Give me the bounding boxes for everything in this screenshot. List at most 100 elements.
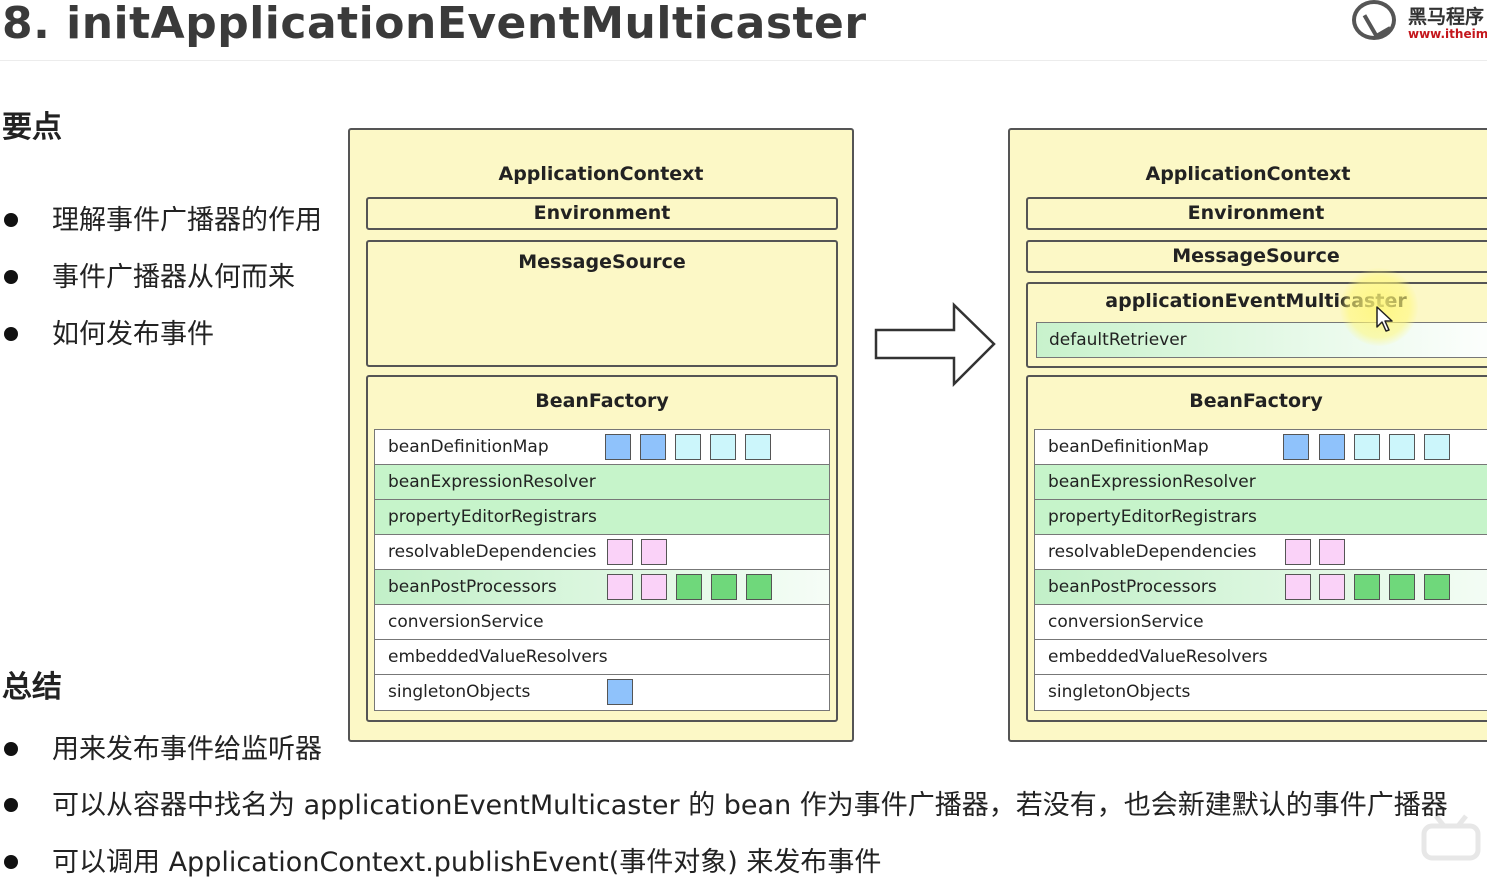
row-label: beanExpressionResolver xyxy=(388,472,596,492)
bean-square xyxy=(1285,574,1311,600)
bean-square xyxy=(711,574,737,600)
summary-text: 用来发布事件给监听器 xyxy=(52,734,322,765)
event-multicaster-box: applicationEventMulticaster defaultRetri… xyxy=(1026,282,1487,368)
key-points-heading: 要点 xyxy=(2,110,62,145)
key-point-item: 理解事件广播器的作用 xyxy=(0,198,322,237)
bean-square xyxy=(676,574,702,600)
before-application-context: ApplicationContext Environment MessageSo… xyxy=(348,128,854,742)
bean-square xyxy=(1283,434,1309,460)
bean-square xyxy=(607,574,633,600)
key-point-text: 事件广播器从何而来 xyxy=(52,262,295,293)
bean-square xyxy=(640,434,666,460)
right-arrow-icon xyxy=(874,302,996,388)
key-point-text: 如何发布事件 xyxy=(52,319,214,350)
summary-item: 可以调用 ApplicationContext.publishEvent(事件对… xyxy=(0,840,881,879)
bullet-dot xyxy=(4,797,18,812)
title-divider xyxy=(0,60,1487,61)
bean-factory-box: BeanFactory beanDefinitionMap beanExpres… xyxy=(366,375,838,722)
bean-square xyxy=(1354,434,1380,460)
bean-square xyxy=(1285,539,1311,565)
bean-factory-row: conversionService xyxy=(1035,605,1487,640)
bean-factory-row: beanPostProcessors xyxy=(1035,570,1487,605)
bean-square xyxy=(746,574,772,600)
bean-factory-rows: beanDefinitionMap beanExpressionResolver… xyxy=(1034,429,1487,711)
bean-factory-row: propertyEditorRegistrars xyxy=(1035,500,1487,535)
bean-square xyxy=(1319,434,1345,460)
row-label: propertyEditorRegistrars xyxy=(1048,507,1257,527)
bean-factory-box: BeanFactory beanDefinitionMap beanExpres… xyxy=(1026,375,1487,722)
message-source-box: MessageSource xyxy=(1026,240,1487,273)
bean-square xyxy=(675,434,701,460)
row-label: beanDefinitionMap xyxy=(1048,437,1209,457)
bean-square xyxy=(745,434,771,460)
summary-text: 可以从容器中找名为 applicationEventMulticaster 的 … xyxy=(52,790,1448,821)
bullet-dot xyxy=(4,212,18,227)
environment-label: Environment xyxy=(533,202,671,224)
bean-factory-row: resolvableDependencies xyxy=(375,535,829,570)
bean-factory-row: beanDefinitionMap xyxy=(1035,430,1487,465)
key-point-text: 理解事件广播器的作用 xyxy=(52,205,322,236)
bilibili-watermark-icon xyxy=(1421,814,1481,861)
row-label: propertyEditorRegistrars xyxy=(388,507,597,527)
message-source-label: MessageSource xyxy=(1172,245,1340,267)
bean-square xyxy=(1319,539,1345,565)
message-source-label: MessageSource xyxy=(518,251,686,273)
bean-square xyxy=(1424,434,1450,460)
row-label: conversionService xyxy=(388,612,544,632)
row-label: resolvableDependencies xyxy=(1048,542,1257,562)
key-point-item: 事件广播器从何而来 xyxy=(0,255,295,294)
bean-square xyxy=(607,679,633,705)
bean-square xyxy=(641,539,667,565)
logo-url: www.itheima xyxy=(1408,27,1487,41)
bean-square xyxy=(1389,574,1415,600)
bean-square xyxy=(710,434,736,460)
context-label: ApplicationContext xyxy=(498,163,704,185)
bean-factory-row: beanDefinitionMap xyxy=(375,430,829,465)
bean-factory-row: propertyEditorRegistrars xyxy=(375,500,829,535)
bullet-dot xyxy=(4,269,18,284)
row-label: embeddedValueResolvers xyxy=(1048,647,1268,667)
bean-square xyxy=(1389,434,1415,460)
bean-factory-row: beanExpressionResolver xyxy=(375,465,829,500)
bullet-dot xyxy=(4,326,18,341)
bean-factory-row: resolvableDependencies xyxy=(1035,535,1487,570)
bean-factory-row: singletonObjects xyxy=(1035,675,1487,710)
bean-square xyxy=(607,539,633,565)
bean-square xyxy=(1319,574,1345,600)
bullet-dot xyxy=(4,741,18,756)
bean-factory-label: BeanFactory xyxy=(1189,390,1323,412)
bean-square xyxy=(1424,574,1450,600)
key-point-item: 如何发布事件 xyxy=(0,312,214,351)
bean-factory-row: beanPostProcessors xyxy=(375,570,829,605)
bean-factory-row: embeddedValueResolvers xyxy=(375,640,829,675)
bean-factory-row: singletonObjects xyxy=(375,675,829,710)
bean-factory-row: beanExpressionResolver xyxy=(1035,465,1487,500)
default-retriever: defaultRetriever xyxy=(1036,322,1487,358)
summary-text: 可以调用 ApplicationContext.publishEvent(事件对… xyxy=(52,847,882,878)
page-title: 8. initApplicationEventMulticaster xyxy=(2,0,867,49)
row-label: singletonObjects xyxy=(1048,682,1191,702)
bean-factory-rows: beanDefinitionMap beanExpressionResolver… xyxy=(374,429,830,711)
row-label: conversionService xyxy=(1048,612,1204,632)
bean-square xyxy=(605,434,631,460)
summary-item: 可以从容器中找名为 applicationEventMulticaster 的 … xyxy=(0,783,1448,822)
after-application-context: ApplicationContext Environment MessageSo… xyxy=(1008,128,1487,742)
itheima-logo-icon xyxy=(1352,0,1396,40)
row-label: beanPostProcessors xyxy=(1048,577,1217,597)
bean-factory-label: BeanFactory xyxy=(535,390,669,412)
row-label: beanDefinitionMap xyxy=(388,437,549,457)
mouse-cursor-icon xyxy=(1376,306,1393,332)
environment-label: Environment xyxy=(1187,202,1325,224)
message-source-box: MessageSource xyxy=(366,240,838,367)
bean-factory-row: embeddedValueResolvers xyxy=(1035,640,1487,675)
row-label: embeddedValueResolvers xyxy=(388,647,608,667)
itheima-logo: 黑马程序 www.itheima xyxy=(1350,0,1487,46)
row-label: beanPostProcessors xyxy=(388,577,557,597)
bean-square xyxy=(641,574,667,600)
bullet-dot xyxy=(4,854,18,869)
environment-box: Environment xyxy=(1026,197,1487,230)
bean-square xyxy=(1354,574,1380,600)
environment-box: Environment xyxy=(366,197,838,230)
row-label: beanExpressionResolver xyxy=(1048,472,1256,492)
summary-item: 用来发布事件给监听器 xyxy=(0,727,322,766)
